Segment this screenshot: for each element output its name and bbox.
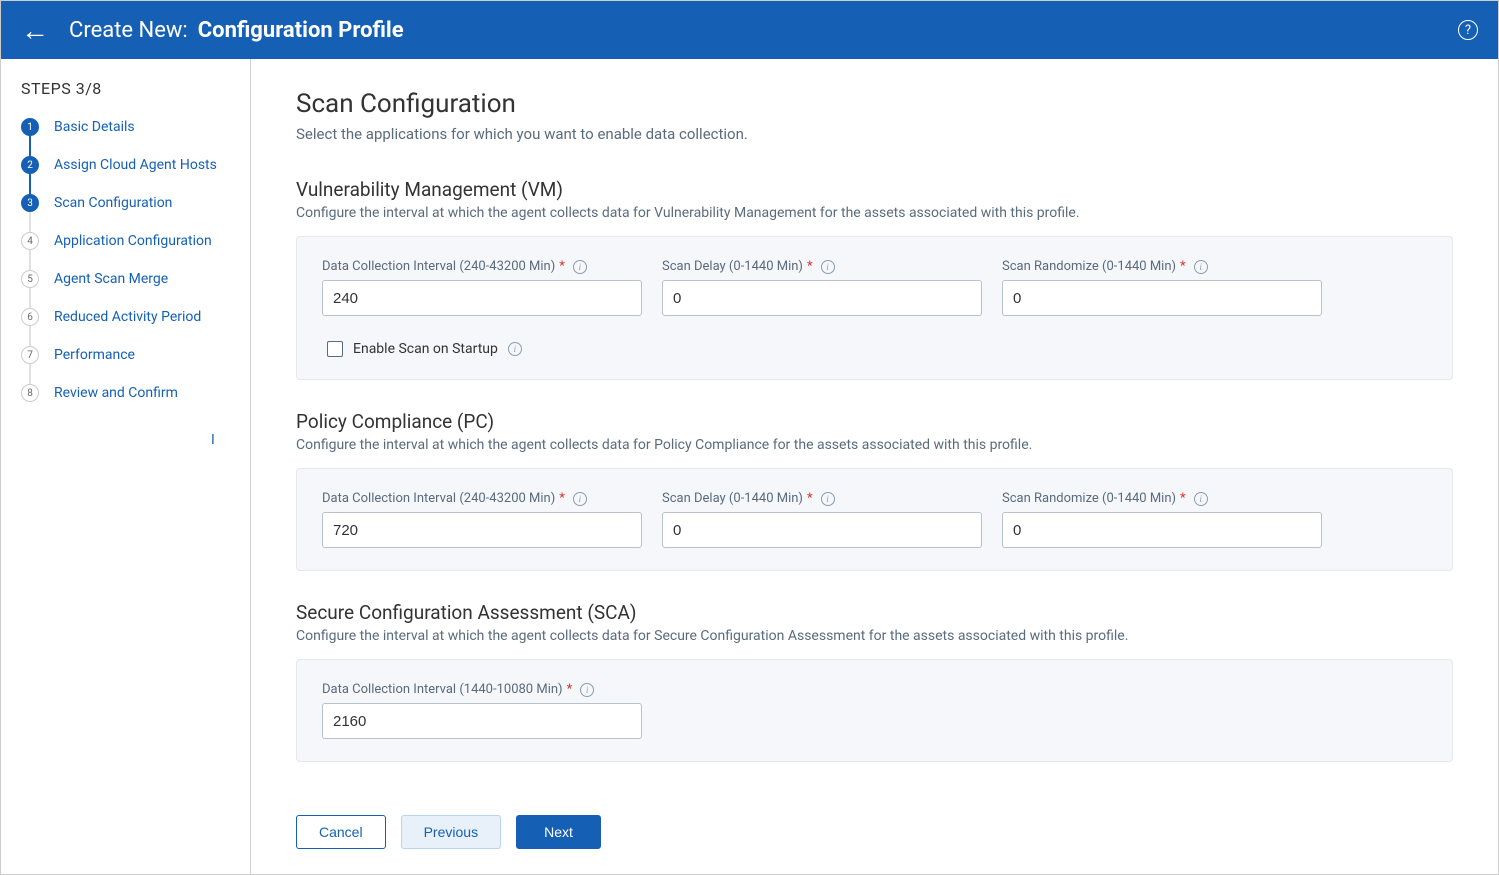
- step-label: Assign Cloud Agent Hosts: [54, 157, 217, 173]
- step-connector: [29, 212, 31, 232]
- vm-delay-label: Scan Delay (0-1440 Min) * i: [662, 259, 982, 274]
- info-icon[interactable]: i: [1194, 492, 1208, 506]
- pc-delay-label: Scan Delay (0-1440 Min) * i: [662, 491, 982, 506]
- step-label: Application Configuration: [54, 233, 212, 249]
- required-indicator: *: [559, 491, 565, 506]
- step-list: 1 Basic Details 2 Assign Cloud Agent Hosts 3…: [21, 118, 245, 402]
- info-icon[interactable]: i: [1194, 260, 1208, 274]
- cancel-button[interactable]: Cancel: [296, 815, 386, 849]
- step-number-badge: 3: [21, 194, 39, 212]
- step-number-badge: 7: [21, 346, 39, 364]
- next-button[interactable]: Next: [516, 815, 601, 849]
- step-number-badge: 6: [21, 308, 39, 326]
- page-title: Scan Configuration: [296, 89, 1453, 119]
- info-icon[interactable]: i: [508, 342, 522, 356]
- vm-panel: Data Collection Interval (240-43200 Min)…: [296, 236, 1453, 380]
- main-content: Scan Configuration Select the applicatio…: [251, 59, 1498, 800]
- step-connector: [29, 326, 31, 346]
- step-connector: [29, 136, 31, 156]
- required-indicator: *: [807, 491, 813, 506]
- step-connector: [29, 288, 31, 308]
- pc-section-title: Policy Compliance (PC): [296, 410, 1453, 433]
- sidebar-cursor-indicator: I: [211, 432, 245, 448]
- pc-panel: Data Collection Interval (240-43200 Min)…: [296, 468, 1453, 571]
- step-item-5[interactable]: 5 Agent Scan Merge: [21, 270, 245, 288]
- previous-button[interactable]: Previous: [401, 815, 501, 849]
- pc-section-subtitle: Configure the interval at which the agen…: [296, 437, 1453, 453]
- step-item-8[interactable]: 8 Review and Confirm: [21, 384, 245, 402]
- steps-sidebar: STEPS 3/8 1 Basic Details 2 Assign Cloud Ag…: [1, 59, 251, 874]
- pc-randomize-input[interactable]: [1002, 512, 1322, 548]
- step-item-7[interactable]: 7 Performance: [21, 346, 245, 364]
- sca-interval-input[interactable]: [322, 703, 642, 739]
- info-icon[interactable]: i: [573, 260, 587, 274]
- pc-interval-input[interactable]: [322, 512, 642, 548]
- step-item-3[interactable]: 3 Scan Configuration: [21, 194, 245, 212]
- pc-delay-input[interactable]: [662, 512, 982, 548]
- step-connector: [29, 364, 31, 384]
- vm-delay-input[interactable]: [662, 280, 982, 316]
- required-indicator: *: [559, 259, 565, 274]
- header-prefix: Create New:: [69, 18, 188, 43]
- info-icon[interactable]: i: [821, 492, 835, 506]
- step-label: Review and Confirm: [54, 385, 178, 401]
- wizard-footer: Cancel Previous Next: [251, 800, 1498, 874]
- step-number-badge: 1: [21, 118, 39, 136]
- vm-section-subtitle: Configure the interval at which the agen…: [296, 205, 1453, 221]
- sca-section-subtitle: Configure the interval at which the agen…: [296, 628, 1453, 644]
- step-item-4[interactable]: 4 Application Configuration: [21, 232, 245, 250]
- back-arrow-icon[interactable]: ←: [21, 14, 49, 47]
- step-connector: [29, 174, 31, 194]
- pc-randomize-label: Scan Randomize (0-1440 Min) * i: [1002, 491, 1322, 506]
- info-icon[interactable]: i: [821, 260, 835, 274]
- header-title: Configuration Profile: [198, 18, 404, 43]
- step-number-badge: 4: [21, 232, 39, 250]
- required-indicator: *: [807, 259, 813, 274]
- sca-section-title: Secure Configuration Assessment (SCA): [296, 601, 1453, 624]
- vm-enable-startup-checkbox[interactable]: [327, 341, 343, 357]
- step-number-badge: 5: [21, 270, 39, 288]
- info-icon[interactable]: i: [580, 683, 594, 697]
- required-indicator: *: [1180, 491, 1186, 506]
- step-connector: [29, 250, 31, 270]
- required-indicator: *: [567, 682, 573, 697]
- step-item-6[interactable]: 6 Reduced Activity Period: [21, 308, 245, 326]
- step-label: Reduced Activity Period: [54, 309, 201, 325]
- page-subtitle: Select the applications for which you wa…: [296, 125, 1453, 143]
- vm-section-title: Vulnerability Management (VM): [296, 178, 1453, 201]
- step-label: Scan Configuration: [54, 195, 172, 211]
- step-item-2[interactable]: 2 Assign Cloud Agent Hosts: [21, 156, 245, 174]
- steps-counter: STEPS 3/8: [21, 79, 245, 98]
- info-icon[interactable]: i: [573, 492, 587, 506]
- step-number-badge: 8: [21, 384, 39, 402]
- required-indicator: *: [1180, 259, 1186, 274]
- sca-interval-label: Data Collection Interval (1440-10080 Min…: [322, 682, 642, 697]
- vm-randomize-input[interactable]: [1002, 280, 1322, 316]
- step-item-1[interactable]: 1 Basic Details: [21, 118, 245, 136]
- vm-randomize-label: Scan Randomize (0-1440 Min) * i: [1002, 259, 1322, 274]
- vm-interval-label: Data Collection Interval (240-43200 Min)…: [322, 259, 642, 274]
- vm-interval-input[interactable]: [322, 280, 642, 316]
- pc-interval-label: Data Collection Interval (240-43200 Min)…: [322, 491, 642, 506]
- page-header: ← Create New: Configuration Profile ?: [1, 1, 1498, 59]
- sca-panel: Data Collection Interval (1440-10080 Min…: [296, 659, 1453, 762]
- step-label: Agent Scan Merge: [54, 271, 168, 287]
- vm-enable-startup-label: Enable Scan on Startup i: [353, 341, 522, 357]
- help-icon[interactable]: ?: [1458, 20, 1478, 40]
- step-label: Basic Details: [54, 119, 135, 135]
- step-label: Performance: [54, 347, 135, 363]
- step-number-badge: 2: [21, 156, 39, 174]
